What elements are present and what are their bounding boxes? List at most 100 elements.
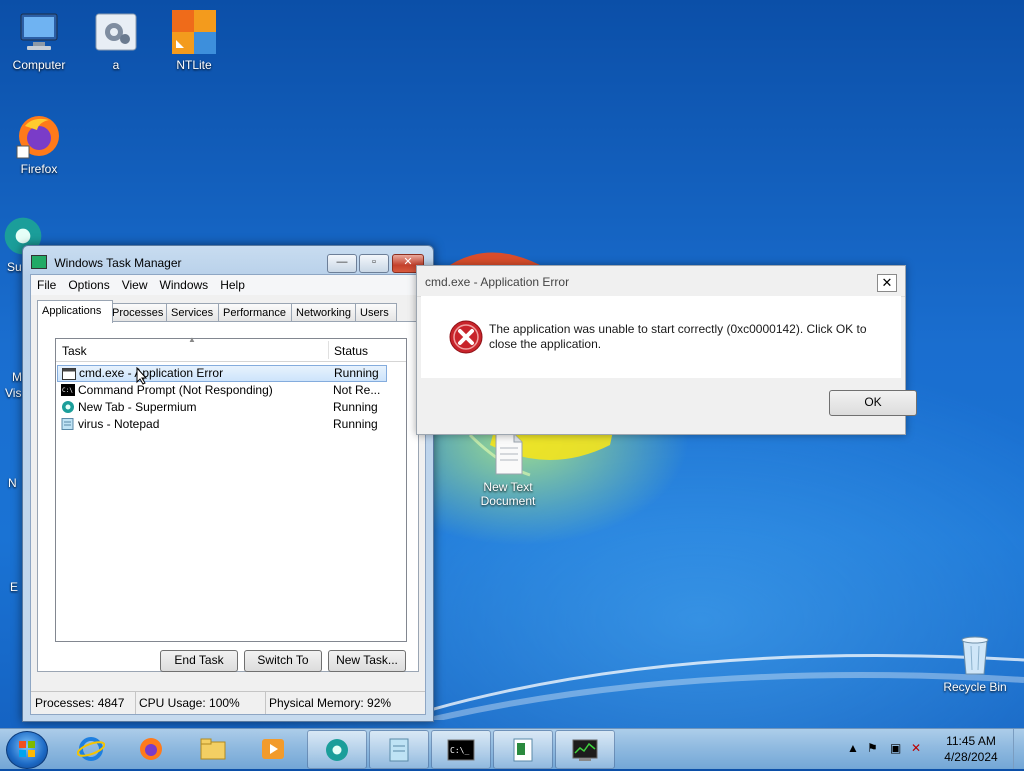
tab-processes[interactable]: Processes bbox=[107, 303, 167, 322]
network-icon[interactable]: ▣ bbox=[890, 741, 904, 755]
start-button[interactable] bbox=[6, 731, 48, 769]
system-clock[interactable]: 11:45 AM 4/28/2024 bbox=[936, 733, 1006, 765]
ok-button[interactable]: OK bbox=[829, 390, 917, 416]
desktop-icon-partial-n[interactable]: N bbox=[8, 476, 17, 490]
table-row[interactable]: C:\ Command Prompt (Not Responding) Not … bbox=[57, 382, 387, 399]
desktop-icon-label: Recycle Bin bbox=[943, 680, 1007, 694]
wallpaper-swoosh bbox=[430, 654, 1024, 720]
computer-icon bbox=[20, 13, 58, 50]
desktop-icon-recycle-bin[interactable]: Recycle Bin bbox=[937, 630, 1013, 694]
taskbar-file-explorer[interactable] bbox=[184, 730, 242, 767]
menu-help[interactable]: Help bbox=[214, 275, 251, 295]
taskbar-command-prompt[interactable]: C:\_ bbox=[431, 730, 491, 769]
supermium-icon bbox=[62, 401, 74, 413]
window-title: Windows Task Manager bbox=[31, 254, 182, 272]
action-center-flag-icon[interactable]: ⚑ bbox=[867, 741, 881, 755]
task-manager-body: File Options View Windows Help Applications … bbox=[30, 274, 426, 715]
row-task: Command Prompt (Not Responding) bbox=[78, 383, 273, 397]
taskbar-notepad-2[interactable] bbox=[493, 730, 553, 769]
desktop-icon-label: NTLite bbox=[176, 58, 212, 72]
svg-text:C:\: C:\ bbox=[62, 387, 73, 394]
notepad-icon bbox=[389, 738, 409, 762]
desktop-icon-new-text-document[interactable]: New Text Document bbox=[470, 430, 546, 508]
row-status: Running bbox=[333, 417, 378, 431]
task-manager-window[interactable]: Windows Task Manager — ▫ ✕ File Options Vi… bbox=[22, 245, 434, 722]
recycle-bin-icon bbox=[961, 636, 989, 675]
taskbar-supermium[interactable] bbox=[307, 730, 367, 769]
row-task: cmd.exe - Application Error bbox=[79, 366, 224, 380]
taskbar-firefox[interactable] bbox=[122, 730, 180, 767]
task-manager-icon bbox=[572, 739, 598, 761]
new-task-button[interactable]: New Task... bbox=[328, 650, 406, 672]
tab-networking[interactable]: Networking bbox=[291, 303, 361, 322]
mouse-cursor-icon bbox=[136, 367, 148, 385]
minimize-button[interactable]: — bbox=[327, 254, 357, 273]
desktop-icon-computer[interactable]: Computer bbox=[1, 8, 77, 72]
row-status: Running bbox=[334, 366, 379, 380]
taskbar-task-manager[interactable] bbox=[555, 730, 615, 769]
row-task: virus - Notepad bbox=[78, 417, 160, 431]
applications-panel: Task Status ▲ cmd.exe - Application Erro… bbox=[37, 321, 419, 672]
tab-applications[interactable]: Applications bbox=[37, 300, 113, 323]
tab-strip: Applications Processes Services Performa… bbox=[37, 300, 419, 323]
desktop-icon-partial-e[interactable]: E bbox=[10, 580, 18, 594]
tab-services[interactable]: Services bbox=[166, 303, 222, 322]
table-row[interactable]: New Tab - Supermium Running bbox=[57, 399, 387, 416]
ntlite-icon bbox=[172, 10, 216, 54]
menu-file[interactable]: File bbox=[31, 275, 62, 295]
menu-options[interactable]: Options bbox=[62, 275, 115, 295]
file-explorer-icon bbox=[200, 738, 226, 760]
applications-list[interactable]: Task Status ▲ cmd.exe - Application Erro… bbox=[55, 335, 407, 642]
row-status: Not Re... bbox=[333, 383, 381, 397]
dialog-title: cmd.exe - Application Error bbox=[425, 275, 570, 289]
menu-windows[interactable]: Windows bbox=[154, 275, 215, 295]
clock-time: 11:45 AM bbox=[946, 734, 996, 748]
show-desktop-button[interactable] bbox=[1013, 729, 1024, 769]
desktop-icon-partial-vis[interactable]: Vis bbox=[5, 386, 21, 400]
firefox-icon bbox=[140, 738, 162, 760]
status-processes: Processes: 4847 bbox=[31, 692, 136, 714]
show-hidden-icons-icon[interactable]: ▲ bbox=[847, 741, 861, 755]
close-icon[interactable]: ✕ bbox=[877, 274, 897, 292]
volume-muted-icon[interactable]: ✕ bbox=[911, 741, 925, 755]
status-bar: Processes: 4847 CPU Usage: 100% Physical… bbox=[31, 691, 425, 714]
menu-view[interactable]: View bbox=[116, 275, 154, 295]
tab-performance[interactable]: Performance bbox=[218, 303, 296, 322]
desktop-icon-partial-m[interactable]: M bbox=[12, 370, 22, 384]
settings-shortcut-icon bbox=[95, 13, 137, 51]
taskbar-notepad[interactable] bbox=[369, 730, 429, 769]
desktop-icon-ntlite[interactable]: NTLite bbox=[156, 8, 232, 72]
notepad-icon bbox=[61, 418, 74, 430]
column-status[interactable]: Status bbox=[328, 339, 394, 361]
cmd-icon: C:\_ bbox=[447, 739, 475, 761]
status-memory: Physical Memory: 92% bbox=[269, 696, 392, 710]
status-cpu: CPU Usage: 100% bbox=[135, 692, 266, 714]
svg-text:C:\_: C:\_ bbox=[450, 746, 469, 755]
taskbar: C:\_ ▲ ⚑ ▣ ✕ 11:45 AM 4/28/2024 bbox=[0, 728, 1024, 769]
cmd-icon: C:\ bbox=[61, 384, 75, 396]
switch-to-button[interactable]: Switch To bbox=[244, 650, 322, 672]
sort-arrow-icon: ▲ bbox=[188, 335, 196, 344]
window-title-text: Windows Task Manager bbox=[54, 256, 182, 270]
task-manager-icon bbox=[31, 255, 47, 269]
maximize-button[interactable]: ▫ bbox=[359, 254, 389, 273]
taskbar-internet-explorer[interactable] bbox=[62, 730, 120, 767]
desktop-icon-label: Firefox bbox=[20, 162, 58, 176]
error-icon bbox=[449, 320, 483, 354]
desktop-icon-label: N bbox=[8, 476, 17, 490]
row-task: New Tab - Supermium bbox=[78, 400, 197, 414]
desktop-icon-label: Vis bbox=[5, 386, 22, 400]
desktop-icon-label: New Text Document bbox=[480, 480, 536, 508]
taskbar-media-player[interactable] bbox=[244, 730, 302, 767]
application-error-dialog[interactable]: cmd.exe - Application Error ✕ The applic… bbox=[416, 265, 917, 435]
text-document-icon bbox=[495, 433, 523, 475]
table-row[interactable]: cmd.exe - Application Error Running bbox=[57, 365, 387, 382]
window-icon bbox=[62, 368, 76, 380]
end-task-button[interactable]: End Task bbox=[160, 650, 238, 672]
tab-users[interactable]: Users bbox=[355, 303, 397, 322]
desktop-icon-firefox[interactable]: Firefox bbox=[1, 112, 77, 176]
table-row[interactable]: virus - Notepad Running bbox=[57, 416, 387, 433]
media-player-icon bbox=[262, 739, 284, 759]
dialog-body: The application was unable to start corr… bbox=[421, 296, 901, 378]
desktop-icon-a[interactable]: a bbox=[78, 8, 154, 72]
